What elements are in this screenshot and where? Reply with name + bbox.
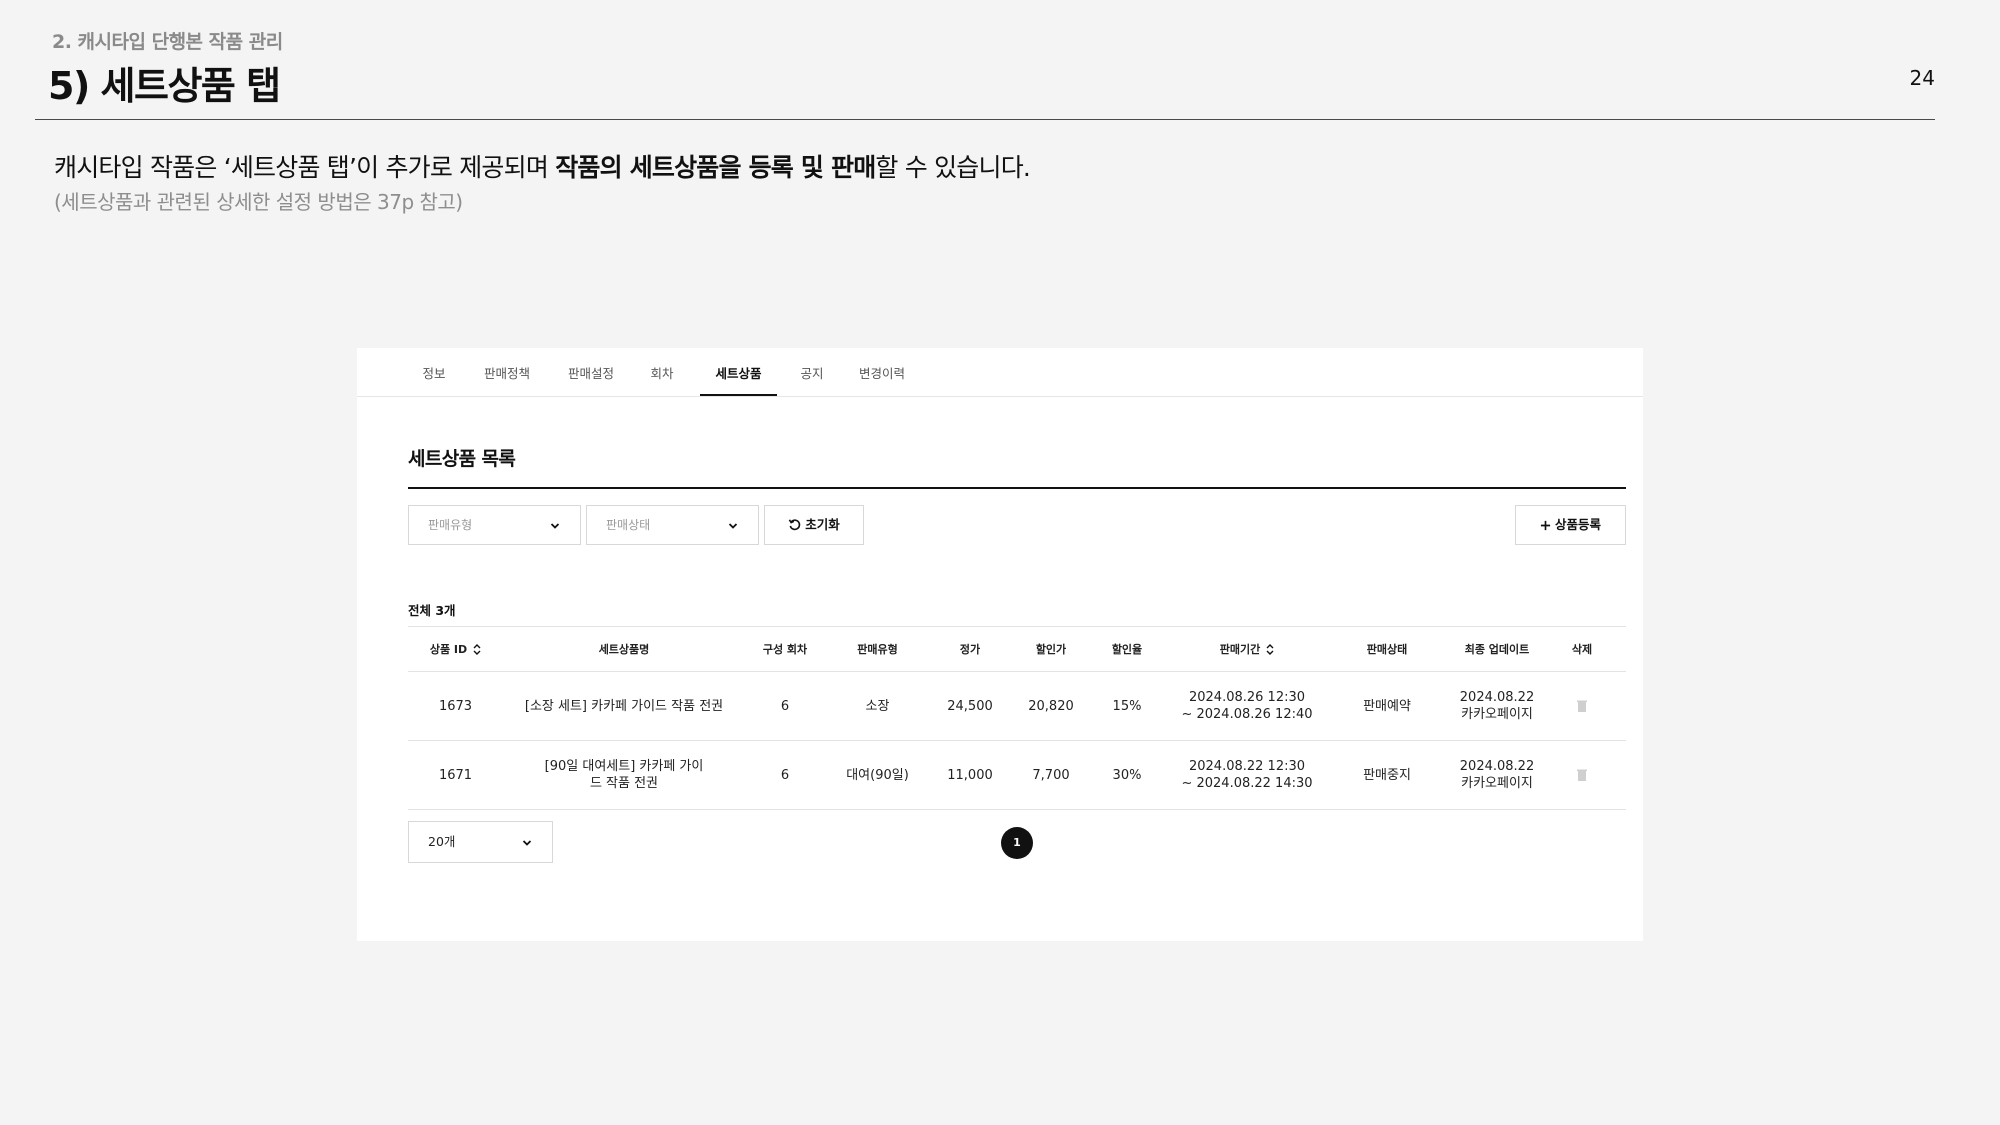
- sale-period: 2024.08.22 12:30 ~ 2024.08.22 14:30: [1162, 741, 1332, 809]
- column-header-period[interactable]: 판매기간: [1162, 627, 1332, 671]
- discount-price: 20,820: [1028, 698, 1074, 714]
- tab-sales-settings[interactable]: 판매설정: [563, 348, 619, 396]
- updated-by: 카카오페이지: [1461, 776, 1533, 791]
- chevron-down-icon: [550, 523, 560, 529]
- sale-type-placeholder: 판매유형: [428, 518, 473, 532]
- episode-count: 6: [780, 698, 790, 714]
- reset-button[interactable]: 초기화: [764, 505, 864, 545]
- column-header-id-label: 상품 ID: [429, 642, 468, 656]
- last-updated: 2024.08.22 카카오페이지: [1442, 672, 1552, 740]
- product-id: 1673: [438, 698, 473, 714]
- trash-icon[interactable]: [1577, 769, 1587, 781]
- intro-text-plain: 캐시타입 작품은 ‘세트상품 탭’이 추가로 제공되며: [54, 153, 556, 182]
- header-divider: [35, 119, 1935, 120]
- updated-date: 2024.08.22: [1459, 690, 1535, 705]
- list-title-divider: [408, 487, 1626, 489]
- sale-period-start: 2024.08.26 12:30: [1188, 690, 1306, 705]
- table-row[interactable]: 1673 [소장 세트] 카카페 가이드 작품 전권 6 소장 24,500 2…: [408, 672, 1626, 741]
- intro-text-end: 할 수 있습니다.: [875, 153, 1031, 182]
- add-product-label: 상품등록: [1554, 517, 1601, 532]
- admin-panel: 정보 판매정책 판매설정 회차 세트상품 공지 변경이력 세트상품 목록 판매유…: [357, 348, 1643, 941]
- episode-count: 6: [780, 767, 790, 783]
- sale-period-start: 2024.08.22 12:30: [1188, 759, 1306, 774]
- column-header-price: 정가: [959, 642, 981, 656]
- updated-by: 카카오페이지: [1461, 707, 1533, 722]
- tab-info[interactable]: 정보: [419, 348, 449, 396]
- sort-icon: [473, 643, 481, 655]
- page-size-select[interactable]: 20개: [408, 821, 553, 863]
- column-header-id[interactable]: 상품 ID: [408, 627, 503, 671]
- column-header-discount-rate: 할인율: [1111, 642, 1143, 656]
- sale-status: 판매예약: [1363, 698, 1411, 714]
- tab-sales-policy[interactable]: 판매정책: [479, 348, 535, 396]
- sale-status-select[interactable]: 판매상태: [586, 505, 759, 545]
- section-label: 2. 캐시타입 단행본 작품 관리: [52, 31, 283, 53]
- page-size-value: 20개: [428, 834, 456, 849]
- total-count: 전체 3개: [408, 603, 456, 618]
- reset-label: 초기화: [805, 517, 840, 532]
- delete-cell: [1552, 672, 1612, 740]
- sale-period: 2024.08.26 12:30 ~ 2024.08.26 12:40: [1162, 672, 1332, 740]
- set-products-table: 상품 ID 세트상품명 구성 회차 판매유형 정가 할인가 할인율 판매기간 판…: [408, 626, 1626, 810]
- column-header-episodes: 구성 회차: [762, 642, 808, 656]
- list-title: 세트상품 목록: [408, 448, 516, 470]
- product-id: 1671: [438, 767, 473, 783]
- table-header: 상품 ID 세트상품명 구성 회차 판매유형 정가 할인가 할인율 판매기간 판…: [408, 626, 1626, 672]
- chevron-down-icon: [522, 840, 532, 846]
- intro-text-bold: 작품의 세트상품을 등록 및 판매: [555, 153, 876, 182]
- sort-icon: [1266, 643, 1274, 655]
- column-header-status: 판매상태: [1366, 642, 1408, 656]
- page-number: 24: [1909, 66, 1935, 90]
- sale-period-end: ~ 2024.08.26 12:40: [1181, 707, 1313, 722]
- intro-text: 캐시타입 작품은 ‘세트상품 탭’이 추가로 제공되며 작품의 세트상품을 등록…: [54, 148, 1031, 184]
- discount-rate: 30%: [1112, 767, 1142, 783]
- table-row[interactable]: 1671 [90일 대여세트] 카카페 가이드 작품 전권 6 대여(90일) …: [408, 741, 1626, 810]
- set-product-name: [90일 대여세트] 카카페 가이드 작품 전권: [544, 759, 704, 791]
- last-updated: 2024.08.22 카카오페이지: [1442, 741, 1552, 809]
- intro-subtext: (세트상품과 관련된 상세한 설정 방법은 37p 참고): [54, 190, 463, 214]
- page-title: 5) 세트상품 탭: [48, 64, 281, 108]
- updated-date: 2024.08.22: [1459, 759, 1535, 774]
- reset-icon: [788, 519, 801, 531]
- sale-period-end: ~ 2024.08.22 14:30: [1181, 776, 1313, 791]
- sale-status-placeholder: 판매상태: [606, 518, 651, 532]
- sale-type-select[interactable]: 판매유형: [408, 505, 581, 545]
- tab-bar: 정보 판매정책 판매설정 회차 세트상품 공지 변경이력: [357, 348, 1643, 397]
- column-header-delete: 삭제: [1571, 642, 1593, 656]
- discount-price: 7,700: [1032, 767, 1070, 783]
- tab-notice[interactable]: 공지: [797, 348, 827, 396]
- sale-type: 소장: [865, 698, 890, 714]
- tab-change-history[interactable]: 변경이력: [854, 348, 910, 396]
- column-header-period-label: 판매기간: [1219, 642, 1261, 656]
- column-header-name: 세트상품명: [598, 642, 650, 656]
- list-price: 11,000: [947, 767, 993, 783]
- column-header-discount-price: 할인가: [1035, 642, 1067, 656]
- plus-icon: [1540, 520, 1551, 531]
- tab-set-products[interactable]: 세트상품: [700, 348, 777, 396]
- column-header-updated: 최종 업데이트: [1464, 642, 1530, 656]
- delete-cell: [1552, 741, 1612, 809]
- list-price: 24,500: [947, 698, 993, 714]
- page-button-current[interactable]: 1: [1001, 827, 1033, 859]
- column-header-sale-type: 판매유형: [857, 642, 898, 656]
- trash-icon[interactable]: [1577, 700, 1587, 712]
- chevron-down-icon: [728, 523, 738, 529]
- sale-status: 판매중지: [1363, 767, 1411, 783]
- set-product-name: [소장 세트] 카카페 가이드 작품 전권: [524, 698, 724, 714]
- discount-rate: 15%: [1112, 698, 1142, 714]
- add-product-button[interactable]: 상품등록: [1515, 505, 1626, 545]
- sale-type: 대여(90일): [846, 767, 909, 783]
- tab-episodes[interactable]: 회차: [647, 348, 677, 396]
